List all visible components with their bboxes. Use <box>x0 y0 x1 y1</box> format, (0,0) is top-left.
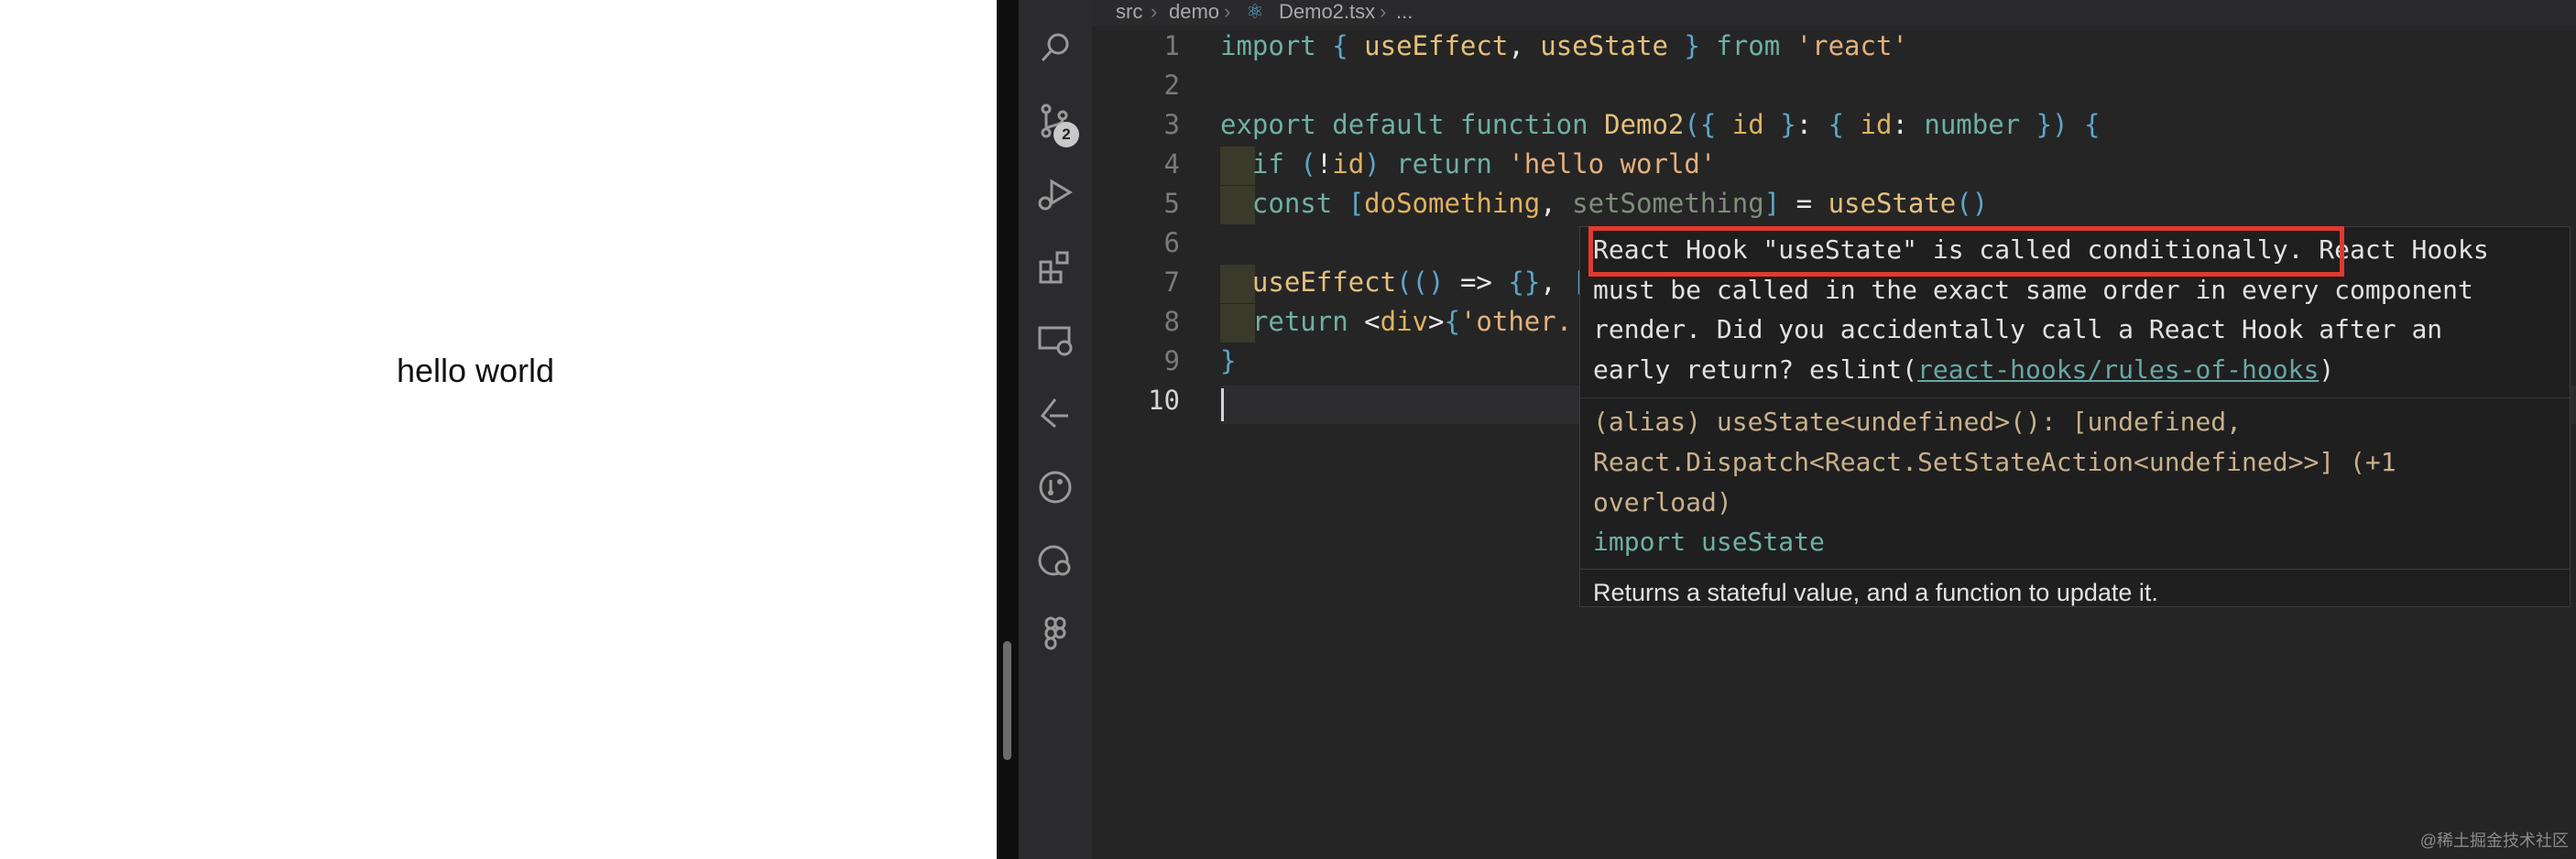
code-line-3[interactable]: export default function Demo2({ id }: { … <box>1220 109 2101 140</box>
code-line-4[interactable]: if (!id) return 'hello world' <box>1220 148 1716 179</box>
line-number: 2 <box>1163 70 1180 101</box>
signature-line-2: React.Dispatch<React.SetStateAction<unde… <box>1593 447 2396 477</box>
hover-tooltip[interactable]: React Hook "useState" is called conditio… <box>1579 226 2571 607</box>
breadcrumb: src › demo › ⚛ Demo2.tsx › ... <box>1092 0 2576 26</box>
breadcrumb-more[interactable]: ... <box>1396 0 1413 24</box>
code-line-5[interactable]: const [doSomething, setSomething] = useS… <box>1220 188 1988 219</box>
hover-description: Returns a stateful value, and a function… <box>1593 579 2158 606</box>
git-graph-icon[interactable] <box>1037 469 1074 506</box>
chevron-right-icon: › <box>1224 0 1231 23</box>
splitter-handle[interactable] <box>1003 641 1011 760</box>
code-line-7[interactable]: useEffect(() => {}, []) <box>1220 266 1621 298</box>
code-line-1[interactable]: import { useEffect, useState } from 'rea… <box>1220 30 1908 61</box>
annotation-highlight-box <box>1588 226 2344 277</box>
hover-divider <box>1580 569 2570 570</box>
hover-divider <box>1580 397 2570 398</box>
signature-line-3: overload) <box>1593 487 1732 517</box>
code-line-9[interactable]: } <box>1220 345 1236 376</box>
hover-message-line-3: render. Did you accidentally call a Reac… <box>1593 314 2443 344</box>
watermark: @稀土掘金技术社区 <box>2419 832 2569 850</box>
signature-line-4: import useState <box>1593 527 1825 557</box>
text-cursor <box>1221 388 1224 421</box>
chevron-right-icon: › <box>1380 0 1387 23</box>
line-number: 3 <box>1163 109 1180 140</box>
settings-sync-icon[interactable] <box>1037 542 1074 579</box>
chevron-right-icon: › <box>1151 0 1158 23</box>
signature-line-1: (alias) useState<undefined>(): [undefine… <box>1593 407 2243 437</box>
line-number: 1 <box>1163 30 1180 61</box>
run-debug-icon[interactable] <box>1037 176 1074 212</box>
hover-message-line-4: early return? eslint(react-hooks/rules-o… <box>1593 354 2334 385</box>
test-icon[interactable] <box>1037 396 1074 432</box>
breadcrumb-file[interactable]: Demo2.tsx <box>1279 0 1375 24</box>
breadcrumb-demo[interactable]: demo <box>1169 0 1219 24</box>
pane-splitter[interactable] <box>997 0 1019 859</box>
extensions-icon[interactable] <box>1037 249 1074 286</box>
scm-badge: 2 <box>1053 122 1079 147</box>
line-number: 4 <box>1163 148 1180 179</box>
hover-message-suffix: ) <box>2319 354 2335 385</box>
search-icon[interactable] <box>1037 29 1074 66</box>
hover-message-line-2: must be called in the exact same order i… <box>1593 275 2473 305</box>
line-number: 5 <box>1163 188 1180 219</box>
figma-icon[interactable] <box>1037 615 1074 652</box>
preview-text: hello world <box>396 352 555 389</box>
browser-preview: hello world <box>0 0 997 859</box>
line-number: 9 <box>1163 345 1180 376</box>
line-number: 7 <box>1163 266 1180 298</box>
breadcrumb-src[interactable]: src <box>1116 0 1142 24</box>
remote-explorer-icon[interactable] <box>1037 322 1074 359</box>
line-number: 6 <box>1163 227 1180 258</box>
line-number-current: 10 <box>1148 385 1180 416</box>
hover-message-prefix: early return? eslint( <box>1593 354 1918 385</box>
activity-bar: 2 <box>1019 0 1092 859</box>
react-icon: ⚛ <box>1246 0 1264 23</box>
code-line-8[interactable]: return <div>{'other. <box>1220 306 1572 337</box>
line-number: 8 <box>1163 306 1180 337</box>
eslint-rule-link[interactable]: react-hooks/rules-of-hooks <box>1917 354 2319 385</box>
